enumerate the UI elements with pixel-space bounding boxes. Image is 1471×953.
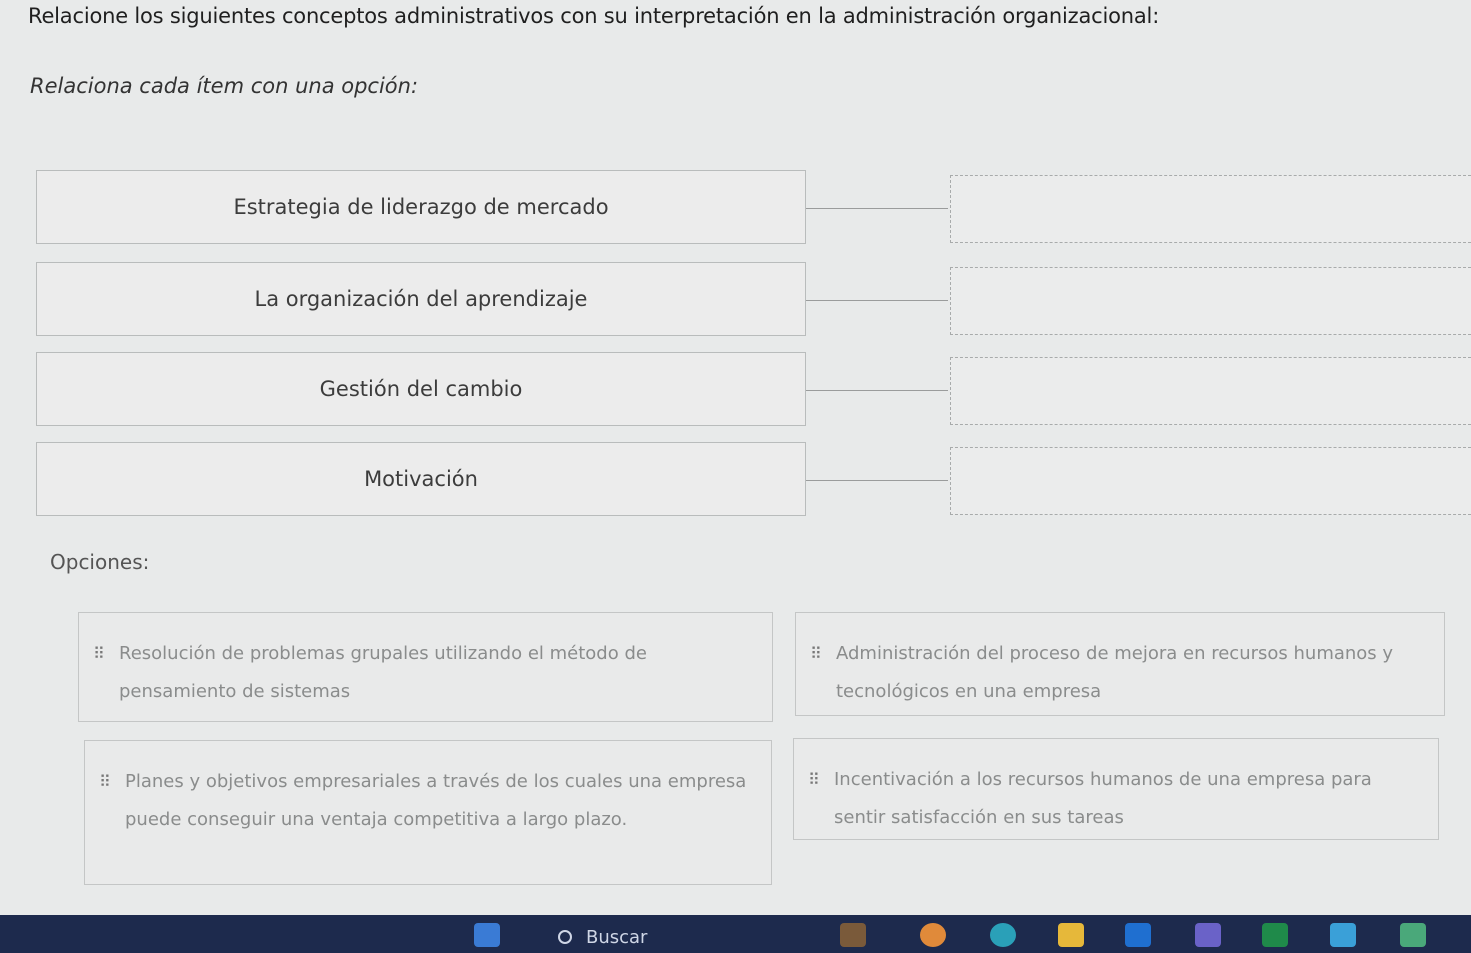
item-card: Motivación — [36, 442, 806, 516]
search-label: Buscar — [586, 926, 648, 948]
app-icon[interactable] — [1400, 923, 1426, 947]
options-label: Opciones: — [50, 550, 150, 574]
item-card: Estrategia de liderazgo de mercado — [36, 170, 806, 244]
excel-icon[interactable] — [1262, 923, 1288, 947]
option-card[interactable]: ⠿ Administración del proceso de mejora e… — [795, 612, 1445, 716]
edge-icon[interactable] — [990, 923, 1016, 947]
search-box[interactable]: Buscar — [548, 921, 788, 953]
item-label: La organización del aprendizaje — [254, 287, 588, 311]
option-card[interactable]: ⠿ Incentivación a los recursos humanos d… — [793, 738, 1439, 840]
connector-line — [806, 208, 948, 209]
question-text: Relacione los siguientes conceptos admin… — [28, 4, 1160, 28]
option-card[interactable]: ⠿ Resolución de problemas grupales utili… — [78, 612, 773, 722]
taskbar: Buscar — [0, 915, 1471, 953]
drag-handle-icon[interactable]: ⠿ — [93, 635, 105, 673]
file-explorer-icon[interactable] — [1058, 923, 1084, 947]
item-label: Gestión del cambio — [319, 377, 523, 401]
item-card: Gestión del cambio — [36, 352, 806, 426]
item-label: Estrategia de liderazgo de mercado — [233, 195, 609, 219]
drop-zone[interactable] — [950, 267, 1471, 335]
instruction-text: Relaciona cada ítem con una opción: — [30, 74, 419, 98]
drag-handle-icon[interactable]: ⠿ — [808, 761, 820, 799]
start-icon[interactable] — [474, 923, 500, 947]
drag-handle-icon[interactable]: ⠿ — [810, 635, 822, 673]
connector-line — [806, 390, 948, 391]
connector-line — [806, 480, 948, 481]
option-text: Administración del proceso de mejora en … — [836, 643, 1394, 702]
drop-zone[interactable] — [950, 357, 1471, 425]
drop-zone[interactable] — [950, 447, 1471, 515]
app-icon[interactable] — [1330, 923, 1356, 947]
option-card[interactable]: ⠿ Planes y objetivos empresariales a tra… — [84, 740, 772, 885]
drop-zone[interactable] — [950, 175, 1471, 243]
connector-line — [806, 300, 948, 301]
option-text: Planes y objetivos empresariales a travé… — [125, 771, 747, 830]
widgets-icon[interactable] — [840, 923, 866, 947]
outlook-icon[interactable] — [1125, 923, 1151, 947]
item-card: La organización del aprendizaje — [36, 262, 806, 336]
search-icon — [558, 930, 572, 944]
drag-handle-icon[interactable]: ⠿ — [99, 763, 111, 801]
teams-icon[interactable] — [1195, 923, 1221, 947]
option-text: Resolución de problemas grupales utiliza… — [119, 643, 647, 702]
browser-icon[interactable] — [920, 923, 946, 947]
item-label: Motivación — [364, 467, 478, 491]
option-text: Incentivación a los recursos humanos de … — [834, 769, 1372, 828]
